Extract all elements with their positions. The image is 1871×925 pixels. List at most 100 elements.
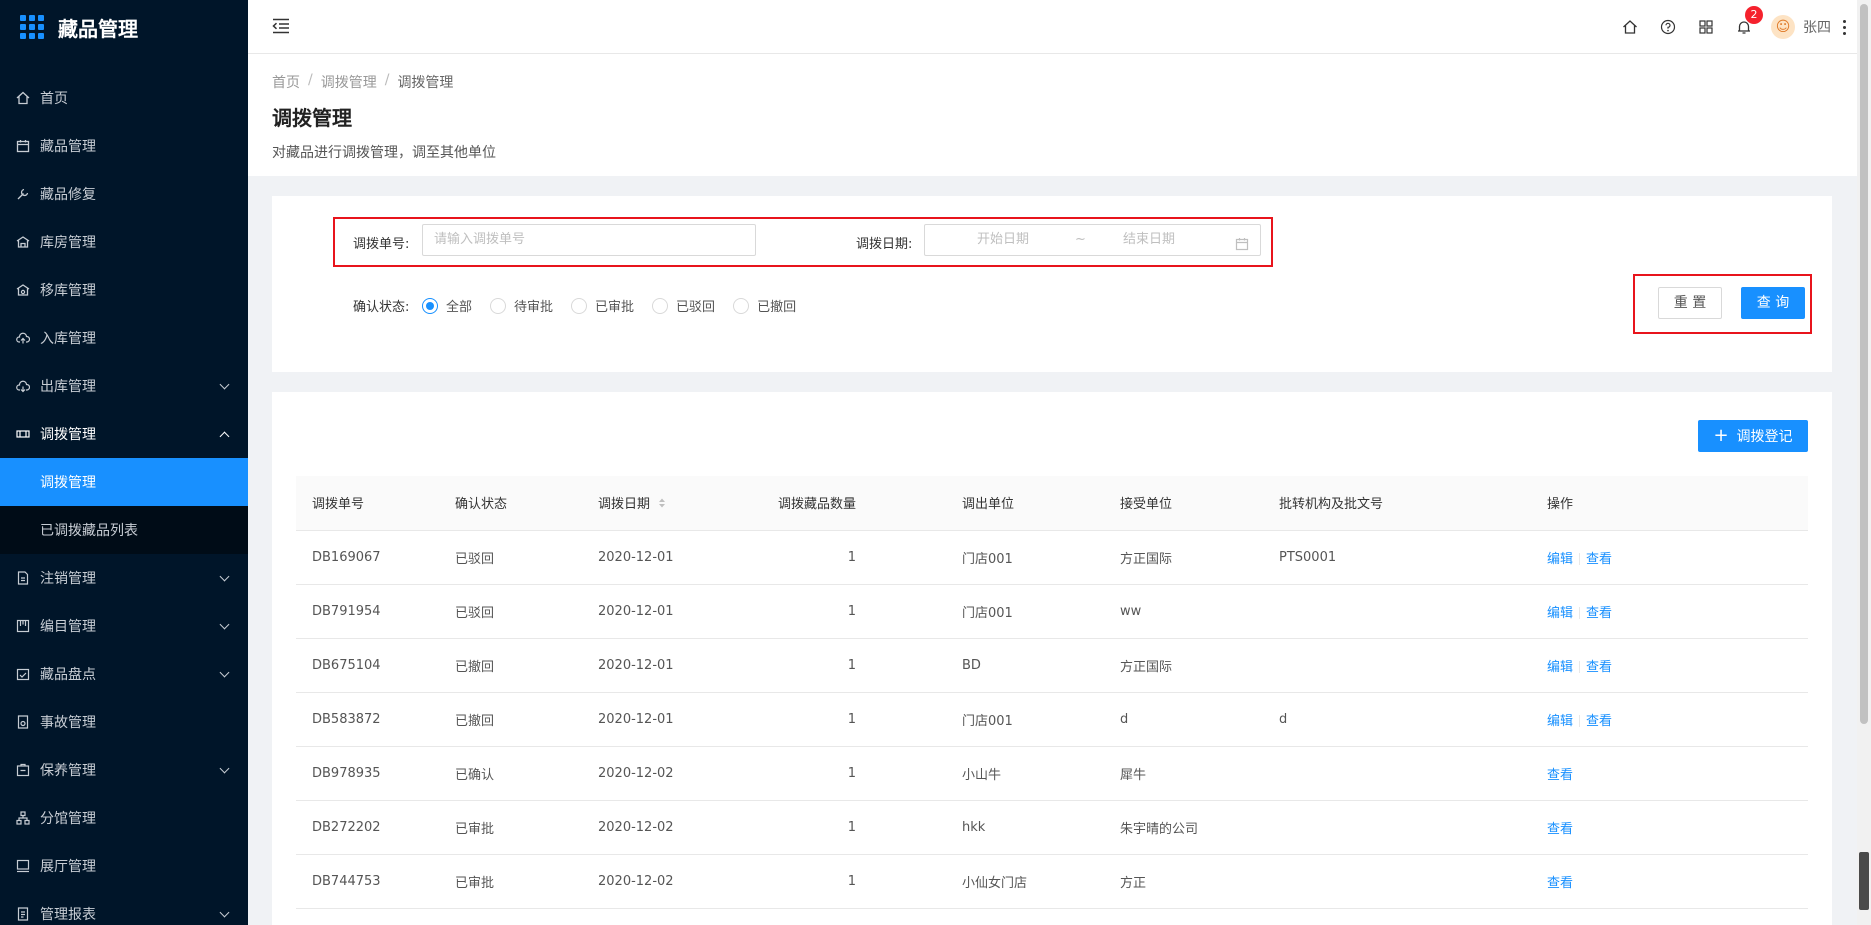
radio-rejected[interactable]: 已驳回 [652,296,715,315]
radio-pending[interactable]: 待审批 [490,296,553,315]
sidebar-item-inventory[interactable]: 藏品盘点 [0,650,248,698]
report-icon [16,907,30,921]
chevron-down-icon [219,571,230,582]
home-icon[interactable] [1611,0,1649,54]
sidebar-subitem-transfer-manage[interactable]: 调拨管理 [0,458,248,506]
sidebar-item-inbound[interactable]: 入库管理 [0,314,248,362]
sidebar-item-maintenance[interactable]: 保养管理 [0,746,248,794]
table-cell-date: 2020-12-02 [582,746,752,801]
sidebar-item-hall[interactable]: 展厅管理 [0,842,248,890]
table-cell-to: ww [1104,584,1263,639]
table-row: DB675104 已撤回 2020-12-01 1 BD 方正国际 编辑 查看 [296,638,1808,693]
sidebar-item-label: 移库管理 [40,283,96,299]
accident-icon [16,715,30,729]
table-cell-count: 1 [752,854,946,909]
edit-link[interactable]: 编辑 [1547,660,1573,675]
warehouse-icon [16,235,30,249]
table-cell-approval [1263,746,1531,801]
view-link[interactable]: 查看 [1547,768,1573,783]
table-cell-count: 1 [752,746,946,801]
reset-button[interactable]: 重 置 [1658,287,1722,319]
sort-icon[interactable] [658,497,666,513]
view-link[interactable]: 查看 [1586,660,1612,675]
username[interactable]: 张四 [1803,17,1831,37]
page-scrollbar[interactable] [1857,0,1871,925]
view-link[interactable]: 查看 [1586,606,1612,621]
sidebar-item-label: 藏品盘点 [40,667,96,683]
table-cell-actions: 查看 [1531,746,1808,801]
apps-icon[interactable] [1687,0,1725,54]
table-header-row: 调拨单号 确认状态 调拨日期 调拨藏品数量 调出单位 接受单位 批转机构及批文号… [296,476,1808,531]
sidebar-item-transfer[interactable]: 调拨管理 [0,410,248,458]
plus-icon: + [1713,425,1729,446]
end-date-input[interactable]: 结束日期 [1123,225,1175,255]
breadcrumb-separator: / [384,72,390,88]
start-date-input[interactable]: 开始日期 [977,225,1029,255]
sidebar-item-outbound[interactable]: 出库管理 [0,362,248,410]
sidebar-item-repair[interactable]: 藏品修复 [0,170,248,218]
sidebar-item-branch[interactable]: 分馆管理 [0,794,248,842]
sidebar-item-label: 管理报表 [40,907,96,923]
column-header-sortable[interactable]: 调拨日期 [582,476,752,531]
table-cell-approval [1263,800,1531,855]
table-cell-id: DB272202 [296,800,439,855]
view-link[interactable]: 查看 [1586,552,1612,567]
sidebar-item-collection[interactable]: 藏品管理 [0,122,248,170]
sidebar-item-accident[interactable]: 事故管理 [0,698,248,746]
query-button[interactable]: 查 询 [1741,287,1805,319]
order-number-input[interactable]: 请输入调拨单号 [422,224,756,256]
file-icon [16,571,30,585]
table-row: DB272202 已审批 2020-12-02 1 hkk 朱宇晴的公司 查看 [296,800,1808,855]
action-divider [1579,553,1581,565]
bell-icon[interactable]: 2 [1725,0,1763,54]
table-cell-from: 门店001 [946,530,1104,585]
sidebar-item-home[interactable]: 首页 [0,74,248,122]
view-link[interactable]: 查看 [1547,876,1573,891]
sidebar-item-move[interactable]: 移库管理 [0,266,248,314]
table-cell-id: DB791954 [296,584,439,639]
table-cell-count: 1 [752,692,946,747]
table-row: DB583872 已撤回 2020-12-01 1 门店001 d d 编辑 查看 [296,692,1808,747]
add-transfer-button[interactable]: + 调拨登记 [1698,420,1808,452]
table-cell-to: d [1104,692,1263,747]
sidebar-item-warehouse[interactable]: 库房管理 [0,218,248,266]
avatar[interactable]: ☺ [1771,15,1795,39]
menu-fold-icon[interactable] [272,18,290,38]
table-cell-from: 小仙女门店 [946,854,1104,909]
date-range-picker[interactable]: 开始日期 ~ 结束日期 [924,224,1261,256]
chevron-down-icon [219,667,230,678]
scrollbar-thumb[interactable] [1860,4,1868,724]
sidebar-item-label: 已调拨藏品列表 [40,523,138,539]
action-divider [1579,661,1581,673]
table-cell-approval: d [1263,692,1531,747]
action-divider [1579,715,1581,727]
radio-all[interactable]: 全部 [422,296,472,315]
table-cell-from: 门店001 [946,584,1104,639]
table-cell-count: 1 [752,530,946,585]
sidebar-item-catalog[interactable]: 编目管理 [0,602,248,650]
radio-approved[interactable]: 已审批 [571,296,634,315]
edit-link[interactable]: 编辑 [1547,552,1573,567]
more-vertical-icon[interactable] [1843,19,1847,35]
breadcrumb-current: 调拨管理 [397,75,454,91]
help-icon[interactable] [1649,0,1687,54]
chevron-up-icon [219,431,230,442]
radio-withdrawn[interactable]: 已撤回 [733,296,796,315]
sidebar-item-cancellation[interactable]: 注销管理 [0,554,248,602]
table-cell-count: 1 [752,584,946,639]
view-link[interactable]: 查看 [1586,714,1612,729]
edit-link[interactable]: 编辑 [1547,714,1573,729]
logo[interactable]: 藏品管理 [0,0,248,54]
add-transfer-label: 调拨登记 [1736,429,1793,445]
sidebar-subitem-transferred-list[interactable]: 已调拨藏品列表 [0,506,248,554]
sidebar-item-report[interactable]: 管理报表 [0,890,248,925]
view-link[interactable]: 查看 [1547,822,1573,837]
table-cell-id: DB744753 [296,854,439,909]
breadcrumb-transfer[interactable]: 调拨管理 [321,72,377,92]
confirm-status-label: 确认状态: [353,300,410,315]
breadcrumb-home[interactable]: 首页 [272,72,300,92]
edit-link[interactable]: 编辑 [1547,606,1573,621]
table-cell-date: 2020-12-01 [582,530,752,585]
app-grid-icon [20,15,44,39]
table-cell-to: 方正国际 [1104,530,1263,585]
